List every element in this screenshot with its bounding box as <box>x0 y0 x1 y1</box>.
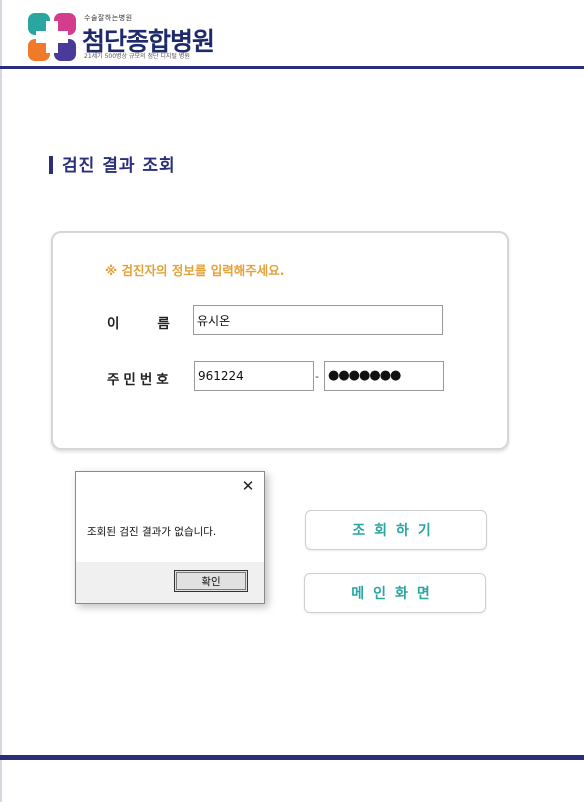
logo-subtitle: 21세기 500병상 규모의 첨단 디지털 병원 <box>84 53 190 60</box>
name-input[interactable] <box>193 305 443 335</box>
main-screen-button[interactable]: 메인화면 <box>304 573 486 613</box>
ssn-back-input[interactable] <box>324 361 444 391</box>
footer-divider <box>0 755 584 760</box>
title-accent-bar <box>49 156 53 174</box>
query-button[interactable]: 조회하기 <box>305 510 487 550</box>
form-notice: ※ 검진자의 정보를 입력해주세요. <box>105 263 285 278</box>
dialog-message: 조회된 검진 결과가 없습니다. <box>87 526 217 538</box>
close-icon[interactable]: ✕ <box>240 478 256 494</box>
page-title: 검진 결과 조회 <box>49 152 176 176</box>
header-divider <box>0 66 584 69</box>
ssn-dash: - <box>315 370 319 383</box>
dialog-footer: 확인 <box>76 562 264 603</box>
name-label-part2: 름 <box>157 316 170 332</box>
window-left-border <box>0 0 2 802</box>
cross-logo-icon <box>28 13 76 61</box>
dialog-ok-button[interactable]: 확인 <box>174 570 248 592</box>
page-title-text: 검진 결과 조회 <box>62 155 176 176</box>
ssn-front-input[interactable] <box>194 361 314 391</box>
message-dialog: ✕ 조회된 검진 결과가 없습니다. 확인 <box>75 471 265 604</box>
ssn-label: 주민번호 <box>107 372 173 388</box>
name-label-part1: 이 <box>107 316 120 332</box>
header: 수술잘하는병원 첨단종합병원 21세기 500병상 규모의 첨단 디지털 병원 <box>0 0 584 66</box>
name-label: 이름 <box>107 312 170 332</box>
